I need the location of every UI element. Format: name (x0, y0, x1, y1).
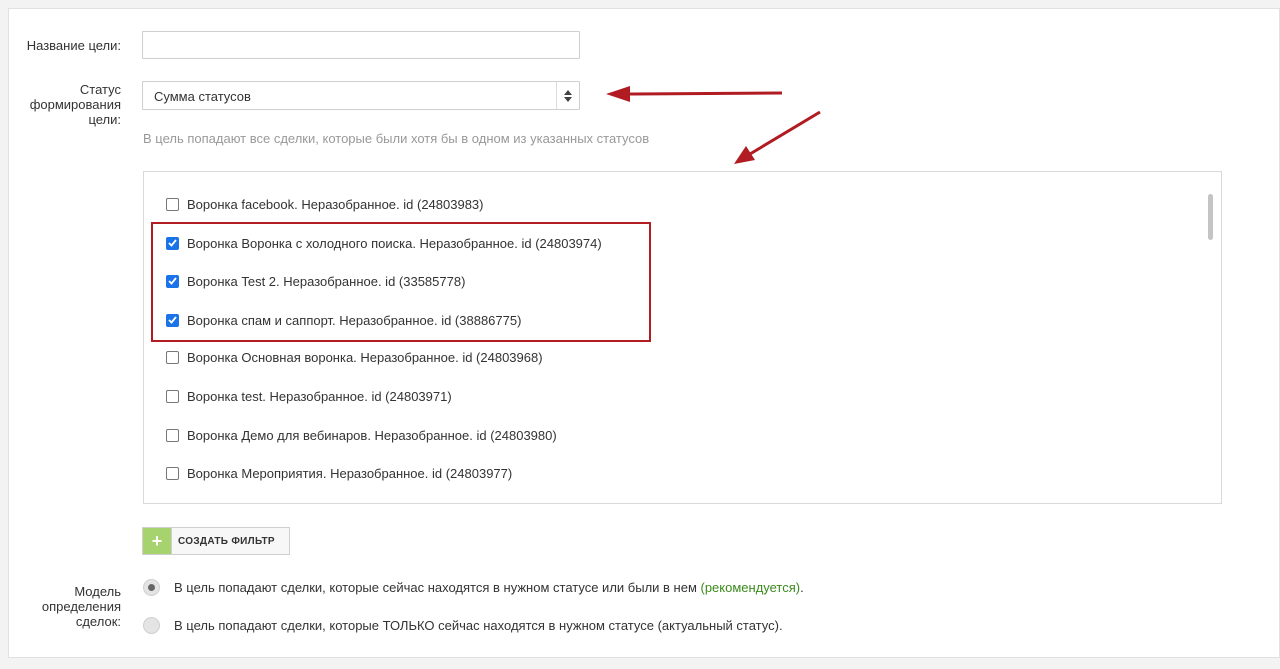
status-hint: В цель попадают все сделки, которые были… (143, 131, 650, 146)
status-list-item[interactable]: Воронка Мероприятия. Неразобранное. id (… (166, 463, 512, 483)
goal-name-input[interactable] (142, 31, 580, 59)
updown-chevron-icon (556, 82, 579, 109)
status-list-item[interactable]: Воронка Основная воронка. Неразобранное.… (166, 347, 543, 367)
list-scrollbar[interactable] (1208, 194, 1213, 240)
model-field-label: Модель определения сделок: (10, 584, 121, 629)
model-option-current[interactable]: В цель попадают сделки, которые ТОЛЬКО с… (143, 617, 783, 634)
checkbox[interactable] (166, 466, 179, 480)
status-item-label: Воронка Мероприятия. Неразобранное. id (… (187, 465, 513, 481)
status-select[interactable]: Сумма статусов (142, 81, 580, 110)
status-item-label: Воронка test. Неразобранное. id (2480397… (187, 388, 452, 404)
selected-statuses-highlight (151, 222, 651, 342)
model-label-line-3: сделок: (75, 614, 121, 629)
status-select-value: Сумма статусов (154, 89, 251, 104)
goal-name-label: Название цели: (26, 38, 121, 53)
plus-icon: + (143, 528, 172, 554)
status-item-label: Воронка facebook. Неразобранное. id (248… (187, 196, 484, 212)
status-label-line-1: Статус (79, 82, 121, 97)
model-option-tail: . (800, 580, 804, 595)
checkbox[interactable] (166, 350, 179, 364)
status-field-label: Статус формирования цели: (10, 82, 121, 127)
create-filter-label: СОЗДАТЬ ФИЛЬТР (178, 535, 275, 547)
radio-button[interactable] (143, 579, 160, 596)
radio-button[interactable] (143, 617, 160, 634)
checkbox[interactable] (166, 197, 179, 211)
recommended-note: (рекомендуется) (700, 580, 801, 595)
model-option-history[interactable]: В цель попадают сделки, которые сейчас н… (143, 579, 804, 596)
model-label-line-2: определения (41, 599, 121, 614)
status-label-line-2: формирования (29, 97, 121, 112)
status-list-item[interactable]: Воронка Демо для вебинаров. Неразобранно… (166, 425, 557, 445)
status-list-item[interactable]: Воронка test. Неразобранное. id (2480397… (166, 386, 452, 406)
model-option-text: В цель попадают сделки, которые ТОЛЬКО с… (174, 618, 783, 633)
checkbox[interactable] (166, 389, 179, 403)
model-label-line-1: Модель (74, 584, 121, 599)
radio-selected-dot (148, 584, 155, 591)
create-filter-button[interactable]: + СОЗДАТЬ ФИЛЬТР (142, 527, 290, 555)
status-list-item[interactable]: Воронка facebook. Неразобранное. id (248… (166, 194, 484, 214)
checkbox[interactable] (166, 428, 179, 442)
status-label-line-3: цели: (88, 112, 121, 127)
model-option-text: В цель попадают сделки, которые сейчас н… (174, 580, 701, 595)
status-item-label: Воронка Демо для вебинаров. Неразобранно… (187, 427, 557, 443)
status-item-label: Воронка Основная воронка. Неразобранное.… (187, 349, 543, 365)
